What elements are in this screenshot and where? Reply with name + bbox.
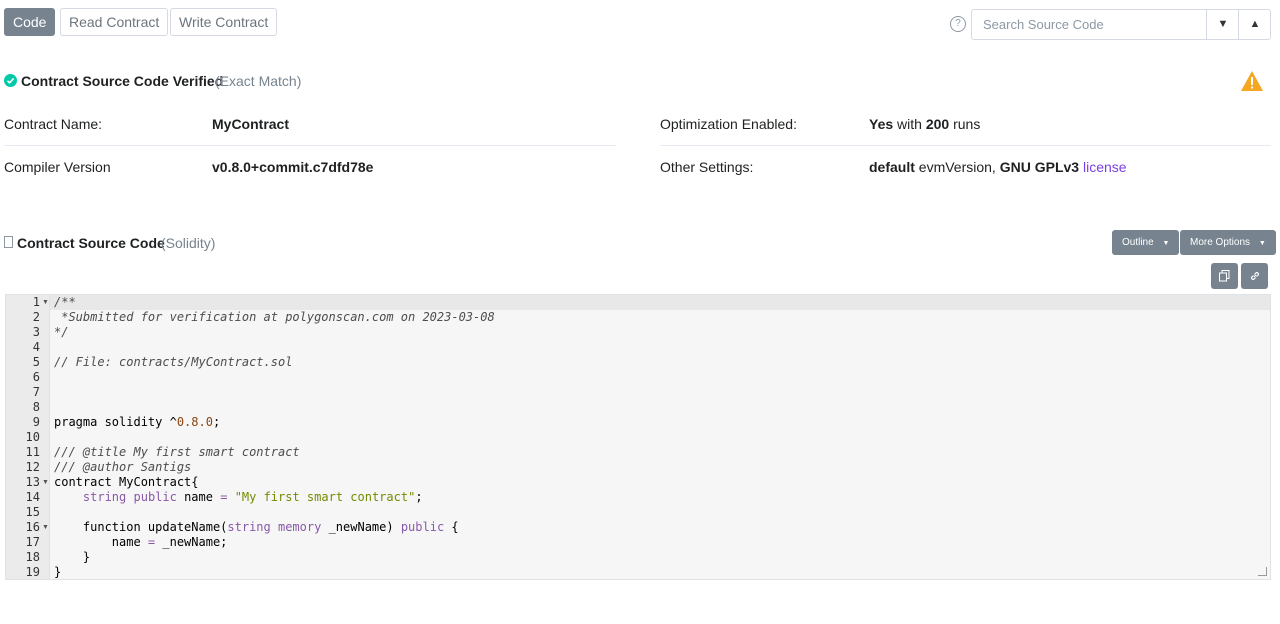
line-number: 1	[32, 295, 40, 309]
line-number: 12	[25, 460, 40, 474]
divider	[4, 145, 616, 146]
help-icon[interactable]: ?	[950, 16, 966, 32]
line-number: 4	[32, 340, 40, 354]
line-number: 13	[25, 475, 40, 489]
link-icon	[1249, 270, 1261, 282]
more-options-label: More Options	[1190, 237, 1251, 248]
line-number: 7	[32, 385, 40, 399]
code-line: string public name = "My first smart con…	[82, 490, 423, 504]
code-line: */	[54, 325, 69, 339]
line-number: 3	[32, 325, 40, 339]
check-circle-icon	[4, 74, 17, 87]
other-settings-label: Other Settings:	[660, 159, 754, 175]
verified-title: Contract Source Code Verified	[21, 73, 224, 89]
divider	[660, 145, 1271, 146]
optimization-runs: runs	[953, 116, 981, 132]
other-default: default	[869, 159, 915, 175]
warning-icon[interactable]	[1240, 70, 1264, 92]
chevron-down-icon: ▼	[1258, 240, 1266, 247]
more-options-button[interactable]: More Options ▼	[1180, 230, 1276, 255]
line-number: 14	[25, 490, 40, 504]
optimization-with: with	[897, 116, 922, 132]
tab-code[interactable]: Code	[4, 8, 56, 36]
tab-write-contract[interactable]: Write Contract	[170, 8, 278, 36]
other-evm: evmVersion,	[918, 159, 996, 175]
outline-button[interactable]: Outline ▼	[1112, 230, 1180, 255]
compiler-version-value: v0.8.0+commit.c7dfd78e	[212, 159, 374, 175]
source-title: Contract Source Code	[17, 235, 165, 251]
license-link[interactable]: license	[1083, 159, 1127, 175]
optimization-runs-count: 200	[925, 116, 950, 132]
line-number: 9	[32, 415, 40, 429]
line-number: 5	[32, 355, 40, 369]
code-line: /// @title My first smart contract	[54, 445, 300, 459]
optimization-value: Yes with 200 runs	[869, 116, 980, 132]
code-line: function updateName(string memory _newNa…	[54, 520, 459, 534]
line-number: 16	[25, 520, 40, 534]
tab-read-contract[interactable]: Read Contract	[60, 8, 169, 36]
code-line: // File: contracts/MyContract.sol	[54, 355, 293, 369]
code-line: contract MyContract{	[54, 475, 199, 489]
code-line: }	[54, 565, 62, 579]
link-button[interactable]	[1241, 263, 1268, 289]
copy-button[interactable]	[1211, 263, 1238, 289]
code-line: name = _newName;	[54, 535, 228, 549]
line-number: 10	[25, 430, 40, 444]
fold-toggle-icon[interactable]: ▼	[42, 520, 49, 535]
outline-label: Outline	[1122, 237, 1154, 248]
search-box: ▼ ▲	[971, 9, 1271, 40]
fold-toggle-icon[interactable]: ▼	[42, 295, 49, 310]
line-number: 6	[32, 370, 40, 384]
compiler-version-label: Compiler Version	[4, 159, 111, 175]
fold-toggle-icon[interactable]: ▼	[42, 475, 49, 490]
code-line: /// @author Santigs	[54, 460, 192, 474]
line-number: 2	[32, 310, 40, 324]
other-license-type: GNU GPLv3	[999, 159, 1080, 175]
verified-subtitle: (Exact Match)	[215, 73, 302, 89]
file-icon	[4, 236, 13, 248]
chevron-down-icon[interactable]: ▼	[1206, 10, 1239, 39]
code-line: /**	[54, 295, 76, 309]
code-line: pragma solidity ^0.8.0;	[54, 415, 221, 429]
copy-icon	[1219, 270, 1230, 282]
line-number: 17	[25, 535, 40, 549]
optimization-label: Optimization Enabled:	[660, 116, 797, 132]
line-number: 11	[25, 445, 40, 459]
resize-handle[interactable]	[1258, 567, 1267, 576]
other-settings-value: default evmVersion, GNU GPLv3 license	[869, 159, 1127, 175]
line-number: 19	[25, 565, 40, 579]
optimization-yes: Yes	[869, 116, 894, 132]
line-number: 15	[25, 505, 40, 519]
search-input[interactable]	[972, 10, 1206, 39]
contract-name-value: MyContract	[212, 116, 290, 132]
source-subtitle: (Solidity)	[161, 235, 216, 251]
contract-name-label: Contract Name:	[4, 116, 103, 132]
chevron-down-icon: ▼	[1162, 240, 1170, 247]
line-number-gutter: 1 ▼ 2 3 4 5 6 7 8 9 10 11 12 13 ▼ 14 15 16 ▼ 17 18 19	[6, 295, 50, 579]
line-number: 8	[32, 400, 40, 414]
code-editor[interactable]: 1 ▼ 2 3 4 5 6 7 8 9 10 11 12 13 ▼ 14 15 16 ▼ 17 18 19 /** *Su…	[5, 294, 1271, 580]
code-line: *Submitted for verification at polygonsc…	[54, 310, 495, 324]
chevron-up-icon[interactable]: ▲	[1238, 10, 1271, 39]
line-number: 18	[25, 550, 40, 564]
code-line: }	[54, 550, 91, 564]
active-line-highlight	[50, 295, 1270, 310]
